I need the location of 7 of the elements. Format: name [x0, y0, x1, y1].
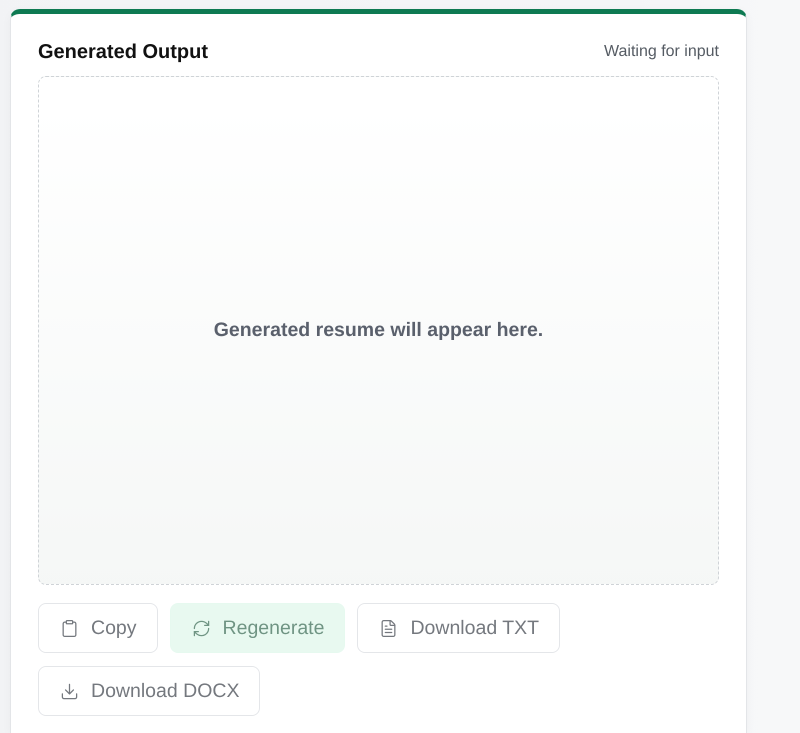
refresh-icon: [192, 618, 211, 638]
panel-title: Generated Output: [38, 40, 208, 64]
clipboard-icon: [60, 618, 79, 638]
status-text: Waiting for input: [604, 43, 719, 61]
empty-message: Generated resume will appear here.: [214, 319, 544, 342]
document-icon: [379, 618, 398, 638]
download-icon: [60, 682, 79, 700]
